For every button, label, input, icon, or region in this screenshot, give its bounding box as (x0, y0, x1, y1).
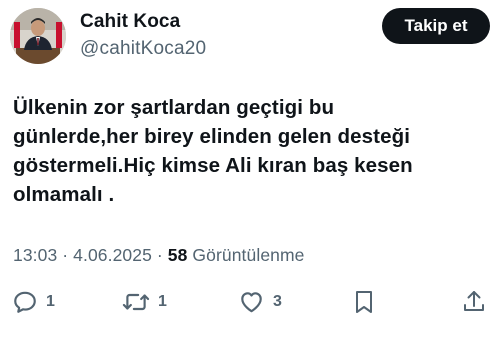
meta-separator: · (151, 245, 168, 265)
tweet: Cahit Koca @cahitKoca20 Takip et Ülkenin… (0, 0, 500, 349)
action-bar: 1 1 3 (0, 285, 500, 319)
views-count: 58 (167, 245, 188, 265)
share-button[interactable] (462, 285, 486, 319)
reply-count: 1 (46, 293, 55, 310)
tweet-text-line: Ülkenin zor şartlardan geçtigi bu (13, 96, 335, 119)
author-names: Cahit Koca @cahitKoca20 (80, 10, 206, 62)
like-count: 3 (273, 293, 282, 310)
tweet-text-line: göstermeli.Hiç kimse Ali kıran baş kesen (13, 154, 413, 177)
tweet-text-line: günlerde,her birey elinden gelen desteği (13, 125, 411, 148)
bookmark-button[interactable] (352, 285, 376, 319)
tweet-text: Ülkenin zor şartlardan geçtigi bu günler… (13, 93, 483, 209)
tweet-meta: 13:03 · 4.06.2025 · 58 Görüntülenme (13, 245, 305, 266)
retweet-count: 1 (158, 293, 167, 310)
avatar[interactable] (10, 8, 66, 64)
share-icon (462, 289, 486, 315)
author-display-name[interactable]: Cahit Koca (80, 10, 206, 34)
author-handle[interactable]: @cahitKoca20 (80, 36, 206, 62)
retweet-button[interactable]: 1 (122, 285, 167, 319)
retweet-icon (122, 289, 150, 315)
tweet-text-line: olmamalı . (13, 183, 115, 206)
reply-icon (12, 289, 38, 315)
views-label: Görüntülenme (192, 245, 305, 265)
bookmark-icon (352, 289, 376, 315)
heart-icon (238, 289, 265, 315)
meta-separator: · (57, 245, 74, 265)
like-button[interactable]: 3 (238, 285, 282, 319)
follow-button[interactable]: Takip et (382, 8, 490, 44)
tweet-date[interactable]: 4.06.2025 (73, 245, 152, 265)
reply-button[interactable]: 1 (12, 285, 55, 319)
tweet-header: Cahit Koca @cahitKoca20 Takip et (10, 8, 490, 64)
tweet-time[interactable]: 13:03 (13, 245, 57, 265)
